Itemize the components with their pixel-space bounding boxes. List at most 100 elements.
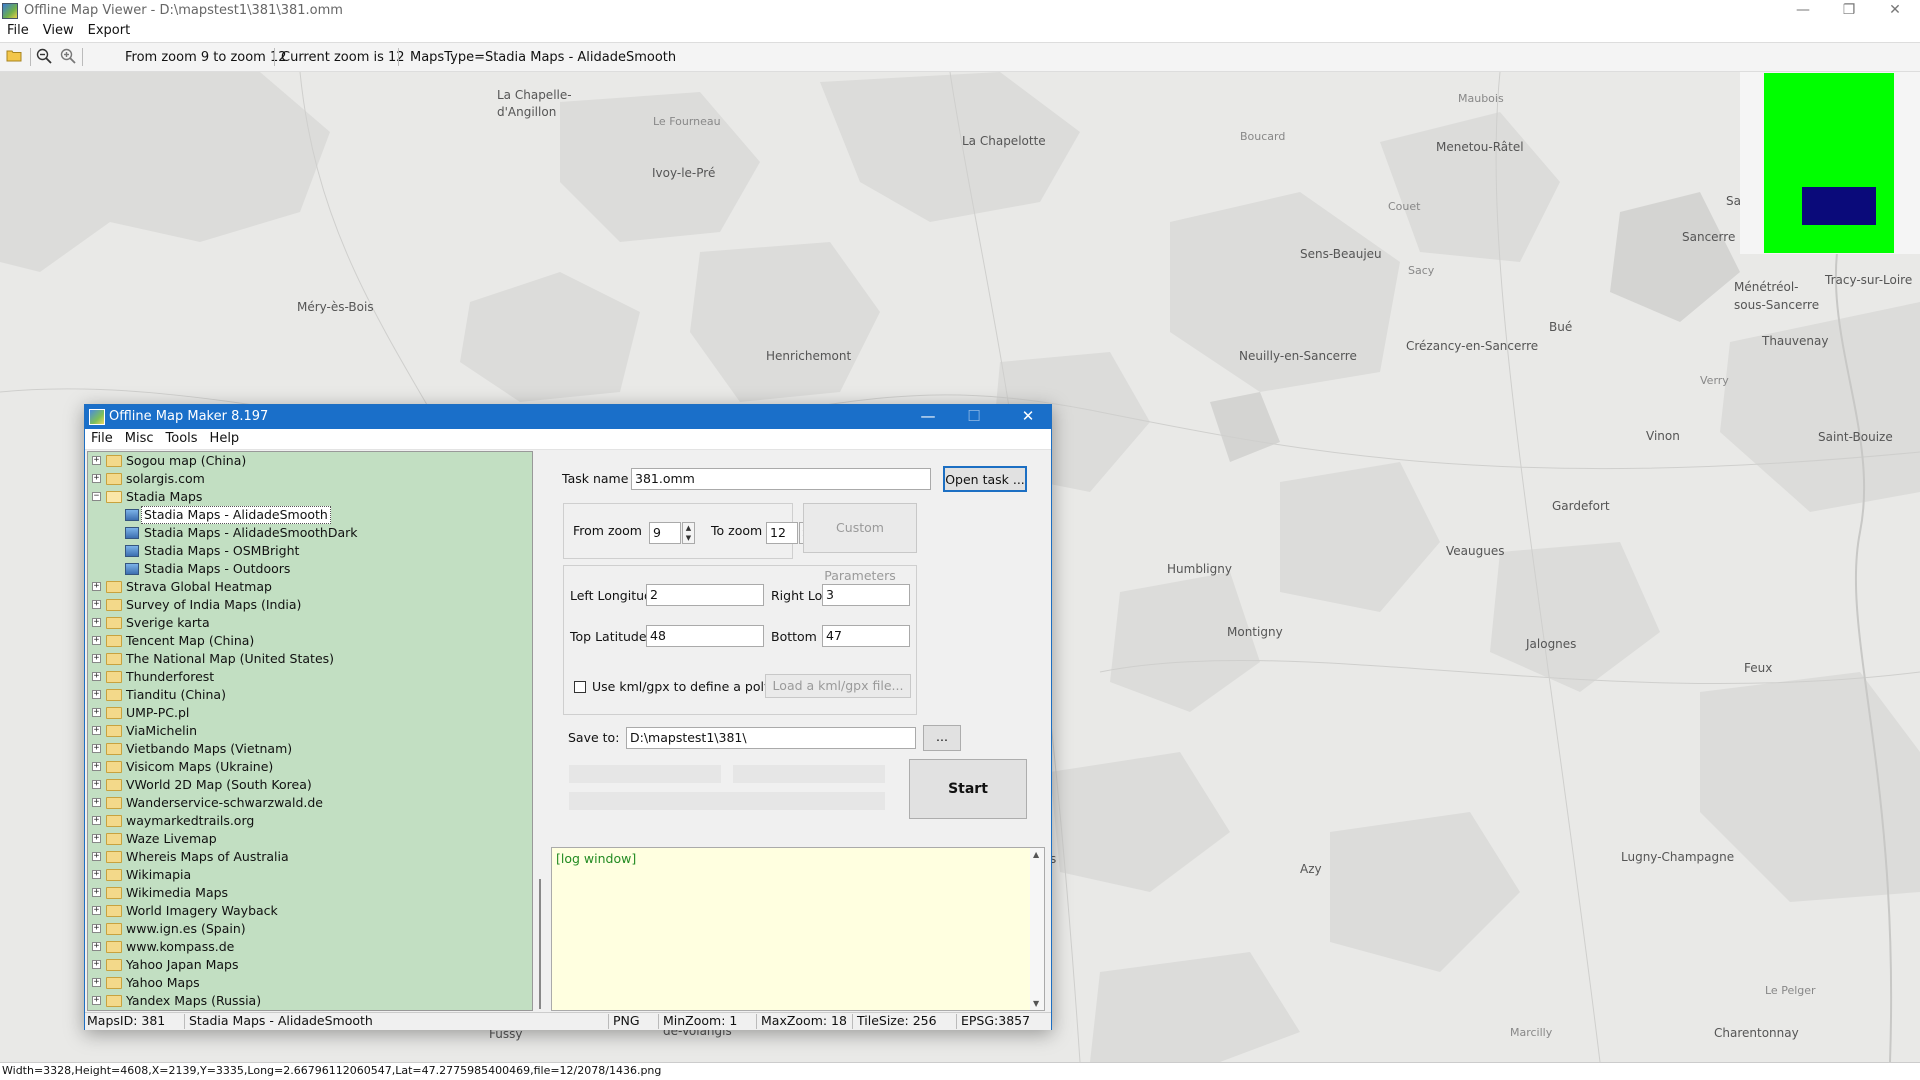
tree-expander-icon[interactable]: + — [92, 924, 101, 933]
custom-parameters-button[interactable]: Custom Parameters — [803, 503, 917, 583]
tree-expander-icon[interactable]: + — [92, 600, 101, 609]
to-zoom-input[interactable]: 12 — [766, 522, 798, 544]
browse-button[interactable]: ... — [923, 725, 961, 751]
tree-expander-icon[interactable]: + — [92, 942, 101, 951]
tree-item[interactable]: + www.ign.es (Spain) — [88, 920, 532, 938]
map-place-label: Lugny-Champagne — [1621, 850, 1735, 864]
tree-item[interactable]: + Yahoo Japan Maps — [88, 956, 532, 974]
tree-item[interactable]: Stadia Maps - AlidadeSmoothDark — [88, 524, 532, 542]
menu-view[interactable]: View — [36, 22, 81, 39]
dialog-menu-tools[interactable]: Tools — [160, 429, 204, 448]
from-zoom-spinner[interactable]: ▲ ▼ — [682, 522, 695, 544]
tree-item[interactable]: + Wikimapia — [88, 866, 532, 884]
tree-item[interactable]: + Yandex Maps (Russia) — [88, 992, 532, 1010]
tree-item[interactable]: + Wikimedia Maps — [88, 884, 532, 902]
dialog-menu-file[interactable]: File — [85, 429, 119, 448]
tree-item[interactable]: + Wanderservice-schwarzwald.de — [88, 794, 532, 812]
tree-expander-icon[interactable]: + — [92, 780, 101, 789]
tree-item[interactable]: + waymarkedtrails.org — [88, 812, 532, 830]
restore-button[interactable]: ❐ — [1826, 0, 1872, 22]
tree-item[interactable]: + Thunderforest — [88, 668, 532, 686]
tree-scrollbar-thumb[interactable] — [539, 879, 541, 1009]
tree-item[interactable]: + Tencent Map (China) — [88, 632, 532, 650]
tree-item[interactable]: + Strava Global Heatmap — [88, 578, 532, 596]
dialog-close-button[interactable]: ✕ — [1005, 405, 1051, 429]
tree-expander-icon[interactable]: + — [92, 870, 101, 879]
minimize-button[interactable]: — — [1780, 0, 1826, 22]
app-icon — [2, 3, 18, 19]
tree-expander-icon[interactable]: + — [92, 762, 101, 771]
scroll-down-icon[interactable]: ▼ — [1033, 999, 1039, 1008]
tree-item[interactable]: + Vietbando Maps (Vietnam) — [88, 740, 532, 758]
tree-expander-icon[interactable]: + — [92, 996, 101, 1005]
tree-expander-icon[interactable]: + — [92, 852, 101, 861]
tree-expander-icon[interactable]: + — [92, 888, 101, 897]
tree-item[interactable]: + ViaMichelin — [88, 722, 532, 740]
zoom-out-icon[interactable] — [34, 48, 54, 68]
right-longitude-input[interactable]: 3 — [822, 584, 910, 606]
tree-expander-icon[interactable]: + — [92, 834, 101, 843]
dialog-minimize-button[interactable]: — — [905, 405, 951, 429]
tree-expander-icon[interactable]: + — [92, 906, 101, 915]
tree-item[interactable]: + UMP-PC.pl — [88, 704, 532, 722]
tree-item[interactable]: + solargis.com — [88, 470, 532, 488]
menu-file[interactable]: File — [0, 22, 36, 39]
tree-item[interactable]: Stadia Maps - AlidadeSmooth — [88, 506, 532, 524]
left-longitude-input[interactable]: 2 — [646, 584, 764, 606]
tree-expander-icon[interactable]: + — [92, 456, 101, 465]
overview-viewport[interactable] — [1802, 187, 1876, 225]
tree-item[interactable]: + www.kompass.de — [88, 938, 532, 956]
load-kml-button[interactable]: Load a kml/gpx file... — [765, 674, 911, 698]
zoom-in-icon[interactable] — [58, 48, 78, 68]
overview-map[interactable] — [1740, 72, 1920, 254]
tree-item[interactable]: + Yahoo Maps — [88, 974, 532, 992]
tree-item[interactable]: Stadia Maps - Outdoors — [88, 560, 532, 578]
tree-item[interactable]: + World Imagery Wayback — [88, 902, 532, 920]
tree-expander-icon[interactable]: + — [92, 744, 101, 753]
bottom-latitude-input[interactable]: 47 — [822, 625, 910, 647]
tree-item[interactable]: + VWorld 2D Map (South Korea) — [88, 776, 532, 794]
tree-item[interactable]: + The National Map (United States) — [88, 650, 532, 668]
close-button[interactable]: ✕ — [1872, 0, 1918, 22]
tree-expander-icon[interactable]: + — [92, 708, 101, 717]
tree-item[interactable]: + Sogou map (China) — [88, 452, 532, 470]
tree-item[interactable]: + Sverige karta — [88, 614, 532, 632]
dialog-menu-misc[interactable]: Misc — [119, 429, 160, 448]
tree-item[interactable]: + Whereis Maps of Australia — [88, 848, 532, 866]
tree-expander-icon[interactable]: + — [92, 816, 101, 825]
from-zoom-input[interactable]: 9 — [649, 522, 681, 544]
task-name-input[interactable]: 381.omm — [631, 468, 931, 490]
dialog-maximize-button[interactable]: ☐ — [951, 405, 997, 429]
scroll-up-icon[interactable]: ▲ — [1033, 850, 1039, 859]
tree-expander-icon[interactable]: + — [92, 798, 101, 807]
dialog-menu-help[interactable]: Help — [204, 429, 246, 448]
tree-expander-icon[interactable]: + — [92, 690, 101, 699]
tree-expander-icon[interactable]: + — [92, 618, 101, 627]
log-window[interactable]: [log window] ▲ ▼ — [551, 847, 1045, 1011]
open-task-button[interactable]: Open task ... — [943, 466, 1027, 492]
tree-expander-icon[interactable]: + — [92, 960, 101, 969]
tree-item[interactable]: + Survey of India Maps (India) — [88, 596, 532, 614]
tree-scrollbar[interactable] — [533, 451, 547, 1011]
tree-expander-icon[interactable]: + — [92, 654, 101, 663]
log-scrollbar[interactable]: ▲ ▼ — [1030, 848, 1044, 1010]
save-to-input[interactable]: D:\mapstest1\381\ — [626, 727, 916, 749]
tree-expander-icon[interactable]: + — [92, 672, 101, 681]
top-latitude-input[interactable]: 48 — [646, 625, 764, 647]
open-folder-icon[interactable] — [4, 48, 24, 68]
tree-item[interactable]: + Tianditu (China) — [88, 686, 532, 704]
tree-expander-icon[interactable]: + — [92, 978, 101, 987]
tree-expander-icon[interactable]: + — [92, 474, 101, 483]
tree-item[interactable]: − Stadia Maps — [88, 488, 532, 506]
menu-export[interactable]: Export — [81, 22, 138, 39]
tree-expander-icon[interactable]: − — [92, 492, 101, 501]
kml-checkbox[interactable] — [574, 681, 586, 693]
tree-expander-icon[interactable]: + — [92, 726, 101, 735]
tree-item[interactable]: + Visicom Maps (Ukraine) — [88, 758, 532, 776]
tree-expander-icon[interactable]: + — [92, 636, 101, 645]
tree-item[interactable]: + Waze Livemap — [88, 830, 532, 848]
tree-item[interactable]: Stadia Maps - OSMBright — [88, 542, 532, 560]
start-button[interactable]: Start — [909, 759, 1027, 819]
tree-expander-icon[interactable]: + — [92, 582, 101, 591]
map-source-tree[interactable]: + Sogou map (China) + solargis.com − Stadia M… — [87, 451, 533, 1011]
